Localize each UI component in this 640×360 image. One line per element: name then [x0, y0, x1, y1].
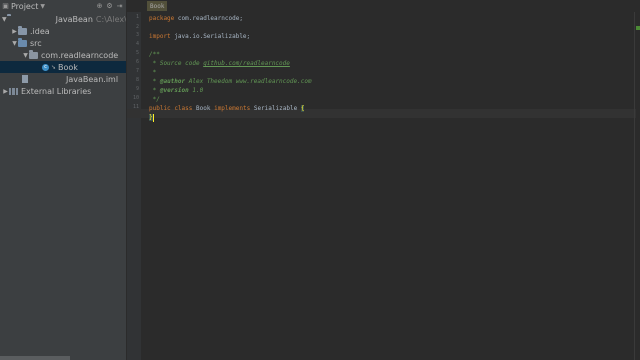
line-number: 10: [132, 95, 139, 101]
comment-text: */: [149, 96, 160, 103]
expand-arrow-icon[interactable]: ▼: [11, 40, 18, 47]
tree-item-external-libraries[interactable]: ▶ External Libraries: [0, 85, 126, 97]
interface-name: Serializable: [253, 105, 298, 112]
chevron-down-icon[interactable]: ▼: [40, 3, 45, 10]
package-icon: [29, 49, 38, 59]
error-stripe[interactable]: [636, 12, 640, 360]
tree-item-label: .idea: [30, 26, 50, 36]
line-number: 2: [135, 24, 139, 30]
line-number: 8: [135, 77, 139, 83]
project-icon: ▣: [2, 2, 9, 10]
tree-item-label: JavaBean: [55, 14, 93, 24]
javadoc-tag: @version: [159, 87, 189, 94]
line-number: 4: [135, 41, 139, 47]
tree-item-label: JavaBean.iml: [66, 74, 119, 84]
keyword: public: [149, 105, 171, 112]
tree-item-label: src: [30, 38, 42, 48]
tree-item-label: External Libraries: [21, 86, 92, 96]
comment-text: * Source code: [149, 60, 204, 67]
comment-link[interactable]: github.com/readlearncode: [203, 60, 290, 67]
right-margin-guide: [634, 12, 635, 360]
line-number: 5: [135, 50, 139, 56]
code-line-11: public class Book implements Serializabl…: [149, 104, 305, 113]
code-line-9: * @version 1.0: [149, 87, 204, 94]
keyword: import: [149, 33, 171, 40]
code-line-7: *: [149, 68, 157, 77]
project-panel-header: ▣ Project ▼ ⊕ ⚙ ⇥: [0, 0, 126, 12]
sync-icon[interactable]: ⊕: [96, 2, 103, 10]
libraries-icon: [9, 87, 18, 95]
code-area[interactable]: package com.readlearncode; import java.i…: [149, 12, 630, 360]
iml-file-icon: [22, 75, 28, 83]
tree-item-package[interactable]: ▼ com.readlearncode: [0, 49, 126, 61]
class-icon: c: [42, 63, 49, 71]
class-name: Book: [196, 105, 211, 112]
code-line-8: * @author Alex Theedom www.readlearncode…: [149, 78, 312, 85]
text-caret: [152, 113, 154, 122]
comment-text: 1.0: [188, 87, 204, 94]
horizontal-scrollbar[interactable]: [0, 356, 70, 360]
line-number: 3: [135, 32, 139, 38]
folder-icon: [18, 25, 27, 35]
tree-item-javabean[interactable]: ▼ JavaBean C:\Alex\: [0, 13, 126, 25]
settings-icon[interactable]: ⚙: [106, 2, 113, 10]
serializable-marker-icon: ➘: [51, 63, 57, 71]
javadoc-tag: @author: [159, 78, 186, 85]
comment-text: /**: [149, 51, 160, 58]
keyword: package: [149, 15, 175, 22]
hide-panel-icon[interactable]: ⇥: [116, 2, 123, 10]
line-number: 7: [135, 68, 139, 74]
line-number: 6: [135, 59, 139, 65]
source-folder-icon: [18, 37, 27, 47]
keyword: class: [174, 105, 193, 112]
tree-item-label: Book: [58, 62, 78, 72]
collapsed-arrow-icon[interactable]: ▶: [2, 88, 9, 95]
tree-item-src[interactable]: ▼ src: [0, 37, 126, 49]
code-line-10: */: [149, 95, 160, 104]
no-errors-marker-icon[interactable]: [636, 26, 640, 30]
project-path: C:\Alex\: [95, 14, 126, 24]
tab-book[interactable]: Book: [147, 1, 168, 11]
code-line-1: package com.readlearncode;: [149, 14, 243, 23]
project-panel-title[interactable]: Project: [11, 2, 38, 11]
line-number: 1: [135, 14, 139, 20]
tree-item-idea[interactable]: ▶ .idea: [0, 25, 126, 37]
code-text: com.readlearncode;: [174, 15, 243, 22]
tree-item-book[interactable]: c ➘ Book: [0, 61, 126, 73]
code-line-3: import java.io.Serializable;: [149, 32, 250, 41]
collapsed-arrow-icon[interactable]: ▶: [11, 28, 18, 35]
comment-text: Alex Theedom www.readlearncode.com: [185, 78, 312, 85]
line-number-gutter: 1 2 3 4 5 6 7 8 9 10 11 12: [127, 12, 141, 360]
expand-arrow-icon[interactable]: ▼: [2, 16, 7, 23]
project-panel: ▣ Project ▼ ⊕ ⚙ ⇥ ▼ JavaBean C:\Alex\ ▶ …: [0, 0, 127, 360]
line-number: 9: [135, 86, 139, 92]
tree-item-javabean-iml[interactable]: JavaBean.iml: [0, 73, 126, 85]
tab-label: Book: [150, 2, 165, 10]
code-editor[interactable]: Book 1 2 3 4 5 6 7 8 9 10 11 12 package …: [127, 0, 640, 360]
keyword: implements: [214, 105, 251, 112]
editor-tab-strip: Book: [127, 0, 640, 12]
code-text: java.io.Serializable;: [170, 33, 251, 40]
code-line-12: }: [149, 113, 154, 122]
comment-text: *: [149, 69, 157, 76]
code-line-6: * Source code github.com/readlearncode: [149, 59, 290, 68]
open-brace: {: [300, 105, 305, 112]
code-line-5: /**: [149, 50, 160, 59]
tree-item-label: com.readlearncode: [41, 50, 119, 60]
expand-arrow-icon[interactable]: ▼: [22, 52, 29, 59]
